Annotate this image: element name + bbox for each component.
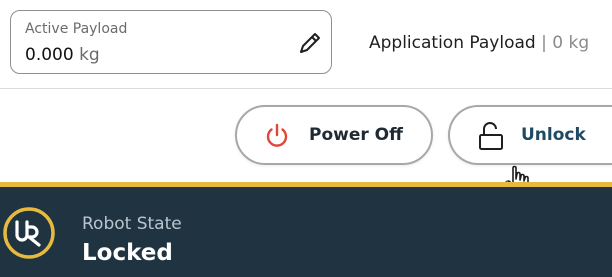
power-icon <box>266 123 288 147</box>
unlock-label: Unlock <box>521 125 586 145</box>
active-payload-field[interactable]: Active Payload 0.000 kg <box>10 10 332 74</box>
ur-logo <box>3 207 55 259</box>
active-payload-label: Active Payload <box>25 21 128 37</box>
application-payload: Application Payload | 0 kg <box>369 33 589 53</box>
unlock-icon <box>479 122 503 150</box>
pencil-icon <box>300 33 320 53</box>
divider <box>0 88 612 89</box>
edit-payload-button[interactable] <box>293 27 327 59</box>
payload-unit: kg <box>79 45 100 65</box>
payload-number: 0.000 <box>25 45 74 65</box>
active-payload-value: 0.000 kg <box>25 45 100 65</box>
power-off-button[interactable]: Power Off <box>235 105 433 165</box>
robot-state-label: Robot State <box>82 214 182 234</box>
application-payload-value: 0 kg <box>552 33 590 53</box>
robot-state-value: Locked <box>82 240 173 266</box>
power-off-label: Power Off <box>309 125 403 145</box>
unlock-button[interactable]: Unlock <box>448 105 612 165</box>
application-payload-separator: | <box>541 33 547 53</box>
application-payload-label: Application Payload <box>369 33 536 53</box>
